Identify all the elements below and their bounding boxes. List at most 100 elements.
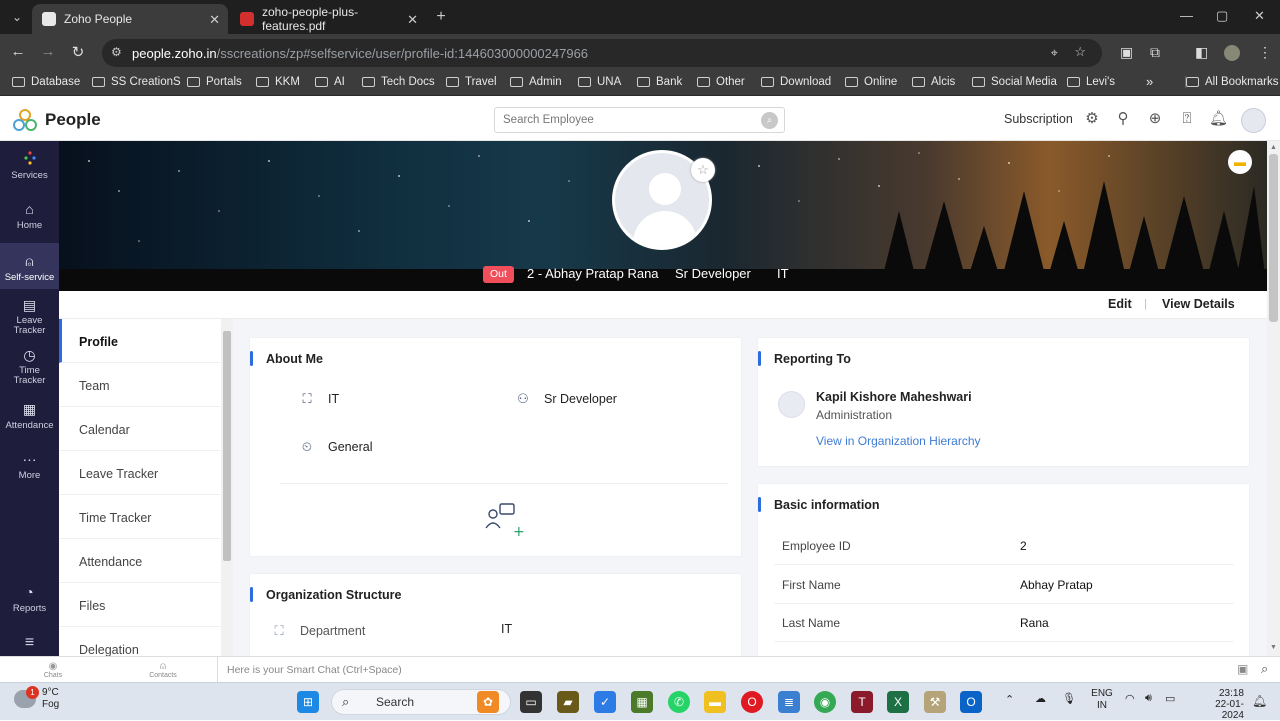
add-circle-icon[interactable]: ⊕: [1146, 110, 1164, 128]
tray-chevron-icon[interactable]: ⌃: [1005, 693, 1014, 706]
manager-avatar[interactable]: [778, 391, 805, 418]
contacts-button[interactable]: ⍝ Contacts: [143, 661, 183, 679]
sidepanel-icon[interactable]: ◧: [1195, 44, 1208, 61]
bookmark-database[interactable]: Database: [12, 76, 80, 88]
user-avatar[interactable]: [1241, 108, 1266, 133]
tab-pdf[interactable]: zoho-people-plus-features.pdf ✕: [230, 4, 426, 34]
tally-icon[interactable]: T: [851, 691, 873, 713]
smart-chat-input[interactable]: Here is your Smart Chat (Ctrl+Space): [217, 657, 1257, 682]
bookmark-other[interactable]: Other: [697, 76, 745, 88]
bookmark-online[interactable]: Online: [845, 76, 897, 88]
extension-icon[interactable]: ▣: [1120, 44, 1133, 61]
subnav-calendar[interactable]: Calendar: [59, 407, 221, 451]
more-bookmarks-icon[interactable]: »: [1146, 74, 1153, 89]
zoho-people-logo[interactable]: [12, 108, 38, 134]
nav-services[interactable]: Services: [0, 151, 59, 195]
volume-icon[interactable]: 🔊︎: [1145, 692, 1152, 705]
url-field[interactable]: ⚙ people.zoho.in/sscreations/zp#selfserv…: [102, 39, 1102, 67]
bell-icon[interactable]: 🔔︎: [1209, 110, 1228, 128]
microphone-icon[interactable]: 🎙︎: [1062, 692, 1076, 705]
bookmark-una[interactable]: UNA: [578, 76, 621, 88]
org-hierarchy-link[interactable]: View in Organization Hierarchy: [816, 434, 981, 448]
nav-self-service[interactable]: ⍝ Self-service: [0, 243, 59, 289]
chats-button[interactable]: ◉ Chats: [33, 661, 73, 679]
minimize-icon[interactable]: —: [1180, 8, 1193, 23]
settings-gear-icon[interactable]: ⚙: [1083, 110, 1101, 128]
bookmark-bank[interactable]: Bank: [637, 76, 682, 88]
help-icon[interactable]: ⍰: [1178, 110, 1196, 128]
notes-icon[interactable]: ▣: [1237, 662, 1248, 676]
maximize-icon[interactable]: ▢: [1216, 8, 1228, 24]
tab-close-icon[interactable]: ✕: [209, 12, 220, 28]
nav-home[interactable]: ⌂ Home: [0, 201, 59, 245]
wifi-icon[interactable]: ◠: [1125, 692, 1135, 705]
excel-icon[interactable]: X: [887, 691, 909, 713]
clock[interactable]: 23:18 22-01-2024: [1212, 688, 1244, 721]
profile-avatar-icon[interactable]: [1224, 45, 1240, 61]
bookmark-download[interactable]: Download: [761, 76, 831, 88]
puzzle-icon[interactable]: ⧉: [1150, 44, 1160, 61]
file-explorer-icon[interactable]: ▬: [704, 691, 726, 713]
bookmark-kkm[interactable]: KKM: [256, 76, 300, 88]
scroll-up-icon[interactable]: ▲: [1270, 144, 1277, 151]
nav-attendance[interactable]: ▦ Attendance: [0, 401, 59, 437]
bookmark-admin[interactable]: Admin: [510, 76, 562, 88]
user-search-icon[interactable]: ⚲: [1114, 110, 1132, 128]
back-icon[interactable]: ←: [8, 43, 28, 60]
notification-bell-icon[interactable]: 🔔︎: [1252, 694, 1267, 708]
subscription-link[interactable]: Subscription: [1004, 112, 1073, 126]
subnav-leave-tracker[interactable]: Leave Tracker: [59, 451, 221, 495]
search-employee-input[interactable]: Search Employee ⌕: [494, 107, 785, 133]
notepad-icon[interactable]: ≣: [778, 691, 800, 713]
bookmark-levis[interactable]: Levi's: [1067, 76, 1115, 88]
window-close-icon[interactable]: ✕: [1254, 8, 1265, 24]
hamburger-menu-icon[interactable]: ≡: [0, 634, 59, 654]
search-icon[interactable]: ⌕: [761, 112, 778, 129]
outlook-icon[interactable]: O: [960, 691, 982, 713]
todo-icon[interactable]: ✓: [594, 691, 616, 713]
manager-name[interactable]: Kapil Kishore Maheshwari: [816, 390, 972, 404]
bookmark-sscreations[interactable]: SS CreationS: [92, 76, 181, 88]
app-icon[interactable]: ⚒: [924, 691, 946, 713]
favorite-star-icon[interactable]: ☆: [691, 158, 715, 182]
tab-search-icon[interactable]: ⌄: [6, 6, 28, 28]
add-about-me-icon[interactable]: +: [484, 502, 525, 540]
all-bookmarks[interactable]: All Bookmarks: [1185, 76, 1279, 88]
forward-icon[interactable]: →: [38, 43, 58, 60]
subnav-profile[interactable]: Profile: [59, 319, 221, 363]
app-icon[interactable]: ▦: [631, 691, 653, 713]
task-view-icon[interactable]: ▭: [520, 691, 542, 713]
reload-icon[interactable]: ↻: [68, 43, 88, 61]
windows-start-icon[interactable]: ⊞: [297, 691, 319, 713]
bookmark-tech-docs[interactable]: Tech Docs: [362, 76, 435, 88]
opera-icon[interactable]: O: [741, 691, 763, 713]
view-details-button[interactable]: View Details: [1162, 297, 1235, 311]
subnav-attendance[interactable]: Attendance: [59, 539, 221, 583]
nav-reports[interactable]: ◔ Reports: [0, 584, 59, 620]
battery-icon[interactable]: ▭: [1165, 692, 1175, 705]
location-icon[interactable]: ⌖: [1051, 45, 1058, 61]
edit-button[interactable]: Edit: [1108, 297, 1132, 311]
page-scrollbar[interactable]: ▲ ▼: [1267, 141, 1280, 656]
language-indicator[interactable]: ENG IN: [1091, 688, 1113, 712]
nav-time-tracker[interactable]: ◷ Time Tracker: [0, 347, 59, 391]
bookmark-travel[interactable]: Travel: [446, 76, 497, 88]
app-icon[interactable]: ▰: [557, 691, 579, 713]
subnav-files[interactable]: Files: [59, 583, 221, 627]
subnav-team[interactable]: Team: [59, 363, 221, 407]
bookmark-social-media[interactable]: Social Media: [972, 76, 1057, 88]
onedrive-icon[interactable]: ☁: [1035, 692, 1046, 705]
menu-dots-icon[interactable]: ⋮: [1258, 44, 1272, 61]
chrome-icon[interactable]: ◉: [814, 691, 836, 713]
nav-more[interactable]: ··· More: [0, 451, 59, 487]
weather-widget[interactable]: 1 9°C Fog: [14, 686, 59, 711]
bookmark-ai[interactable]: AI: [315, 76, 345, 88]
subnav-scrollbar[interactable]: [221, 319, 233, 656]
bookmark-star-icon[interactable]: ☆: [1074, 44, 1086, 60]
tab-close-icon[interactable]: ✕: [407, 12, 418, 28]
chat-search-icon[interactable]: ⌕: [1261, 661, 1268, 677]
subnav-delegation[interactable]: Delegation: [59, 627, 221, 656]
search-highlight-icon[interactable]: ✿: [477, 691, 499, 713]
nav-leave-tracker[interactable]: ▤ Leave Tracker: [0, 297, 59, 341]
bookmark-alcis[interactable]: Alcis: [912, 76, 955, 88]
